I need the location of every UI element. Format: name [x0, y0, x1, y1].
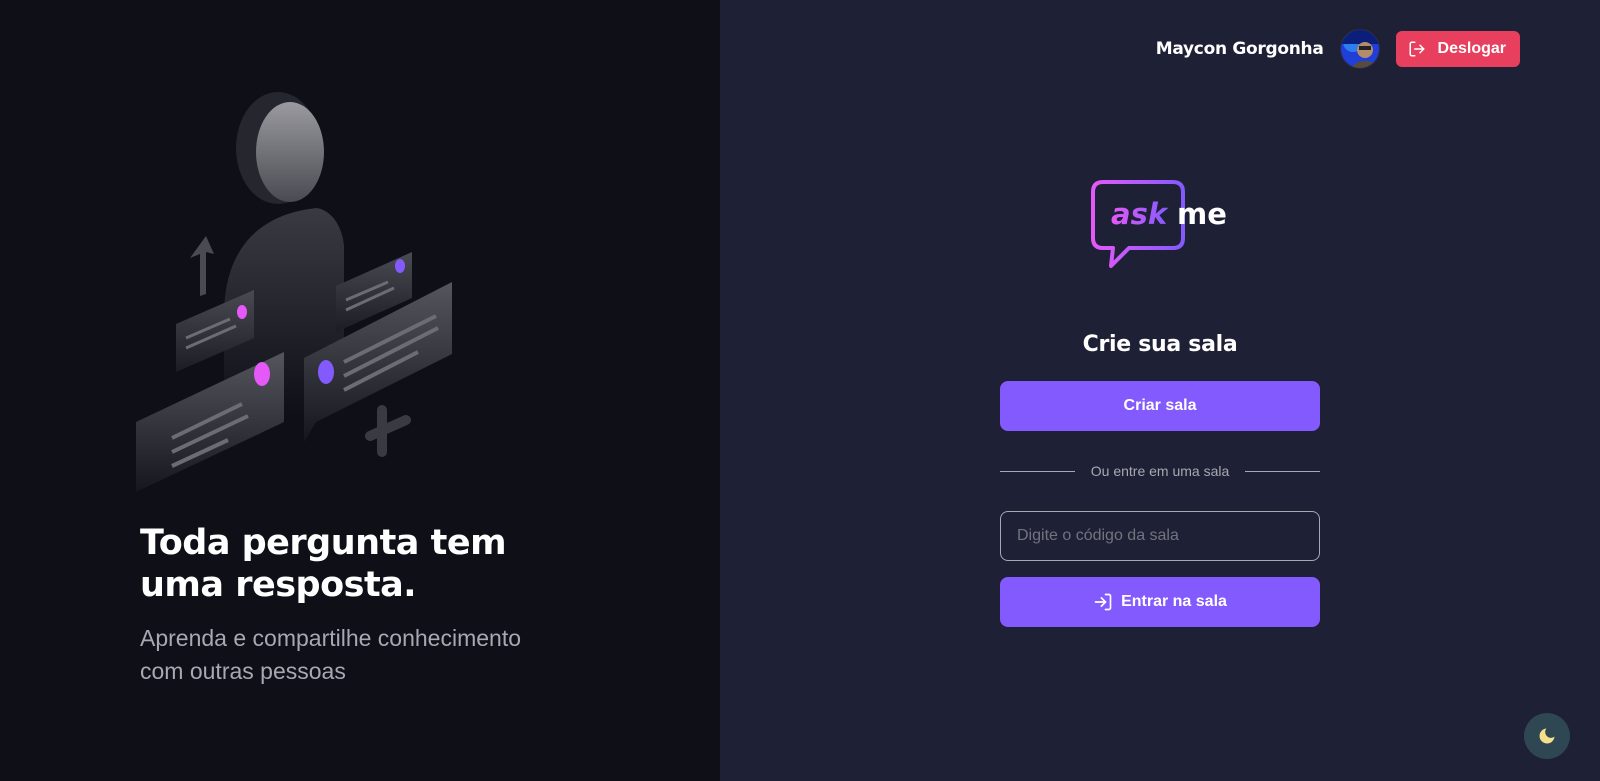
room-code-input[interactable]	[1000, 511, 1320, 561]
create-room-button[interactable]: Criar sala	[1000, 381, 1320, 431]
user-name: Maycon Gorgonha	[1155, 38, 1324, 59]
theme-toggle-button[interactable]	[1524, 713, 1570, 759]
hero-panel: Toda pergunta tem uma resposta. Aprenda …	[0, 0, 720, 781]
svg-text:ask: ask	[1111, 197, 1169, 231]
separator-line-right	[1245, 470, 1321, 472]
room-form: ask me Crie sua sala Criar sala Ou entre…	[1000, 180, 1321, 627]
enter-room-label: Entrar na sala	[1121, 593, 1227, 610]
logout-label: Deslogar	[1437, 39, 1506, 57]
separator-line-left	[1000, 470, 1075, 472]
enter-room-button[interactable]: Entrar na sala	[1000, 577, 1320, 627]
separator-label: Ou entre em uma sala	[1090, 463, 1230, 479]
log-in-icon	[1094, 593, 1112, 611]
create-room-title: Crie sua sala	[1082, 332, 1238, 357]
separator: Ou entre em uma sala	[1000, 463, 1321, 479]
hero-title: Toda pergunta tem uma resposta.	[140, 523, 507, 605]
hero-subtitle: Aprenda e compartilhe conhecimento com o…	[140, 625, 522, 684]
avatar	[1339, 28, 1380, 69]
illustration-image	[136, 92, 452, 492]
svg-text:me: me	[1177, 197, 1227, 231]
user-bar: Maycon Gorgonha Deslogar	[1155, 28, 1520, 69]
logout-button[interactable]: Deslogar	[1395, 30, 1520, 67]
log-out-icon	[1409, 41, 1425, 56]
moon-icon	[1539, 728, 1555, 744]
askme-logo: ask me	[1091, 180, 1227, 268]
